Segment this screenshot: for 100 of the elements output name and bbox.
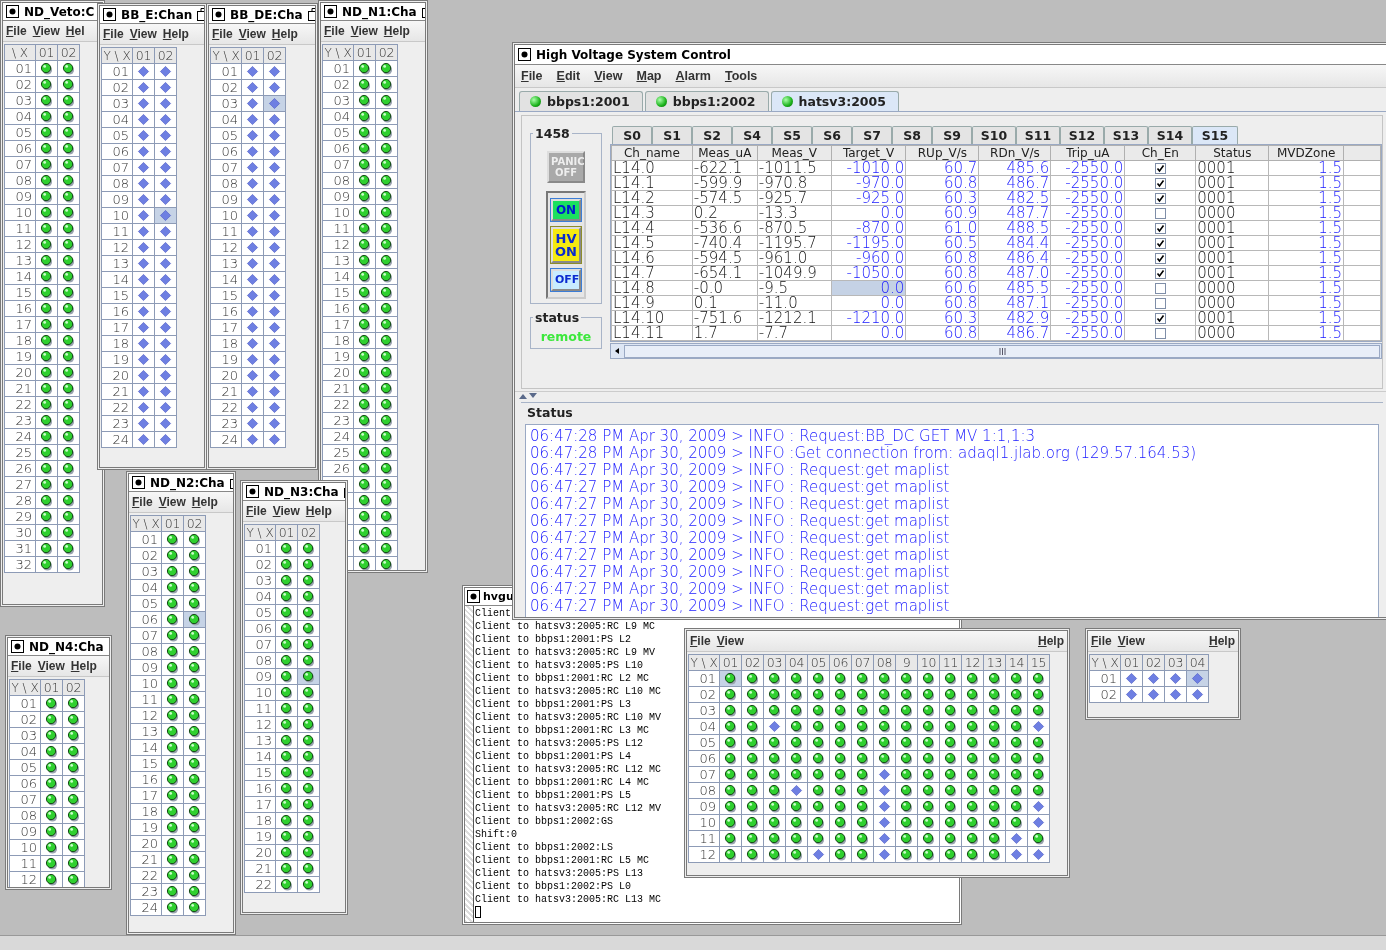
menu-item[interactable]: Hel [65,24,85,38]
table-cell: 0001 [1195,310,1269,326]
sector-tab[interactable]: S4 [732,126,772,144]
table-cell: -1195.0 [831,235,906,251]
column-header[interactable]: Ch_name [611,145,693,161]
sector-tab[interactable]: S10 [972,126,1016,144]
crate-tab[interactable]: bbps1:2002 [644,91,769,111]
column-header: 01 [1120,654,1143,671]
window-menu-icon[interactable] [212,8,225,21]
crate-tab[interactable]: hatsv3:2005 [770,91,899,111]
log-line: 06:47:27 PM Apr 30, 2009 > INFO : Request:get maplist [530,598,951,615]
on-button[interactable]: ON [551,199,581,221]
window-menu-icon[interactable] [324,5,337,18]
column-header[interactable]: Status [1195,145,1269,161]
sector-tab[interactable]: S12 [1060,126,1104,144]
column-header: 02 [263,47,286,64]
checkbox[interactable] [1154,193,1166,204]
menu-item[interactable]: File [6,24,27,38]
menu-item[interactable]: View [272,504,300,518]
menu-item[interactable]: Help [191,495,218,509]
sector-tab[interactable]: S6 [812,126,852,144]
checkbox[interactable] [1154,208,1166,219]
checkbox[interactable] [1154,223,1166,234]
terminal-line: Client to bbps1:2001:PS L5 [475,789,633,802]
menu-item[interactable]: File [521,69,543,83]
log-line: 06:47:27 PM Apr 30, 2009 > INFO : Request:get maplist [530,547,951,564]
table-cell: 1.5 [1268,325,1344,341]
menu-item[interactable]: View [594,69,623,83]
menu-item[interactable]: View [32,24,60,38]
table-cell: 482.5 [978,190,1051,206]
menu-item[interactable]: View [716,634,744,648]
menu-item[interactable]: File [103,27,124,41]
menu-item[interactable]: File [212,27,233,41]
menu-item[interactable]: Tools [724,69,758,83]
menu-item[interactable]: File [11,659,32,673]
menu-item[interactable]: File [1091,634,1112,648]
checkbox[interactable] [1154,253,1166,264]
table-cell: 1.5 [1268,280,1344,296]
menu-item[interactable]: Help [1038,634,1064,648]
column-header[interactable]: Meas_V [757,145,832,161]
collapse-down-arrow-icon[interactable] [529,393,537,399]
menu-item[interactable]: Alarm [675,69,711,83]
menu-item[interactable]: View [37,659,65,673]
sector-tab[interactable]: S11 [1016,126,1060,144]
window-menu-icon[interactable] [467,590,480,603]
menu-item[interactable]: View [1117,634,1145,648]
menu-item[interactable]: Map [636,69,662,83]
sector-tab[interactable]: S7 [852,126,892,144]
window-menu-icon[interactable] [132,476,145,489]
menu-item[interactable]: View [238,27,266,41]
checkbox[interactable] [1154,328,1166,339]
menu-item[interactable]: File [246,504,267,518]
column-header[interactable]: RDn_V/s [978,145,1051,161]
crate-tab[interactable]: bbps1:2001 [519,91,643,111]
checkbox[interactable] [1154,163,1166,174]
menu-item[interactable]: Help [162,27,189,41]
menu-item[interactable]: Help [305,504,332,518]
corner-header: Y \ X [210,47,242,64]
sector-tab[interactable]: S14 [1148,126,1192,144]
checkbox[interactable] [1154,313,1166,324]
menu-item[interactable]: Help [271,27,298,41]
sector-tab[interactable]: S5 [772,126,812,144]
checkbox[interactable] [1154,298,1166,309]
window-menu-icon[interactable] [518,48,531,61]
table-cell: 1.5 [1268,175,1344,191]
hv-on-button[interactable]: HV ON [551,227,581,263]
menu-item[interactable]: View [129,27,157,41]
menu-item[interactable]: View [158,495,186,509]
checkbox[interactable] [1154,283,1166,294]
checkbox[interactable] [1154,268,1166,279]
sector-tab[interactable]: S0 [612,126,652,144]
checkbox[interactable] [1154,238,1166,249]
sector-tab[interactable]: S2 [692,126,732,144]
sector-tab[interactable]: S9 [932,126,972,144]
sector-tab[interactable]: S13 [1104,126,1148,144]
collapse-up-arrow-icon[interactable] [519,393,527,399]
menu-item[interactable]: Help [383,24,410,38]
column-header[interactable]: Trip_uA [1050,145,1125,161]
sector-tab[interactable]: S1 [652,126,692,144]
window-menu-icon[interactable] [6,5,19,18]
checkbox[interactable] [1154,178,1166,189]
menu-item[interactable]: File [324,24,345,38]
off-button[interactable]: OFF [551,269,581,291]
menu-item[interactable]: File [132,495,153,509]
sector-tab[interactable]: S15 [1192,126,1238,144]
column-header[interactable]: MVDZone [1268,145,1344,161]
window-menu-icon[interactable] [11,640,24,653]
window-menu-icon[interactable] [103,8,116,21]
column-header[interactable]: Ch_En [1124,145,1196,161]
column-header[interactable]: RUp_V/s [905,145,979,161]
sector-tab[interactable]: S8 [892,126,932,144]
menu-item[interactable]: Edit [556,69,581,83]
window-menu-icon[interactable] [246,485,259,498]
column-header[interactable]: Meas_uA [692,145,758,161]
menu-item[interactable]: File [690,634,711,648]
column-header[interactable]: Target_V [831,145,906,161]
menu-item[interactable]: Help [70,659,97,673]
menu-item[interactable]: View [350,24,378,38]
menu-item[interactable]: Help [1209,634,1235,648]
text-cursor-icon [475,906,481,918]
